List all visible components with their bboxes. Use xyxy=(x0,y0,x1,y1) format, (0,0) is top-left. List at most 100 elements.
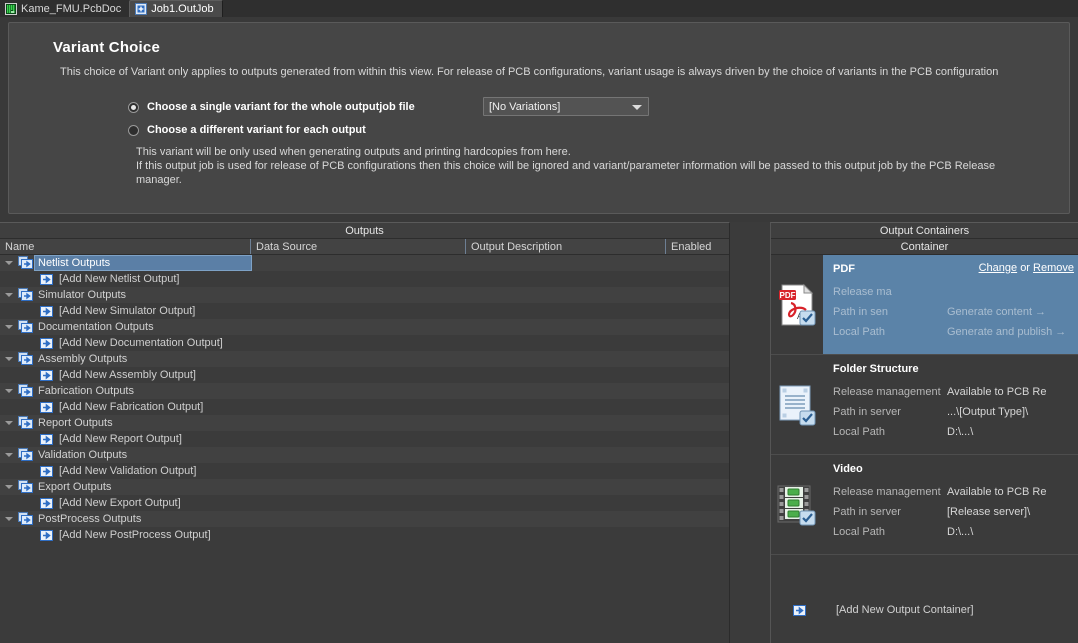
tab-kame-fmu-pcbdoc[interactable]: Kame_FMU.PcbDoc xyxy=(0,0,129,17)
add-new-output-row[interactable]: [Add New Assembly Output] xyxy=(0,367,729,383)
add-arrow-icon xyxy=(40,370,53,381)
output-group-label: PostProcess Outputs xyxy=(38,513,141,525)
outputs-column-header: NameData SourceOutput DescriptionEnabled xyxy=(0,239,729,255)
output-group-icon xyxy=(18,352,34,366)
add-new-output-row[interactable]: [Add New PostProcess Output] xyxy=(0,527,729,543)
column-header-output-description[interactable]: Output Description xyxy=(465,239,665,254)
container-property-row: Release managementAvailable to PCB Re xyxy=(833,482,1078,502)
output-group-row[interactable]: Assembly Outputs xyxy=(0,351,729,367)
container-row-key: Local Path xyxy=(833,526,947,538)
add-new-output-row[interactable]: [Add New Validation Output] xyxy=(0,463,729,479)
output-container-item[interactable]: PDFAdoPDFChange or RemoveRelease maPath … xyxy=(771,255,1078,355)
container-details: PDFChange or RemoveRelease maPath in sen… xyxy=(823,255,1078,354)
change-container-link[interactable]: Change xyxy=(979,262,1018,274)
add-new-output-label: [Add New Assembly Output] xyxy=(59,369,196,381)
expand-collapse-toggle[interactable] xyxy=(0,261,18,265)
outputs-panel-caption: Outputs xyxy=(0,223,729,239)
add-new-output-row[interactable]: [Add New Simulator Output] xyxy=(0,303,729,319)
container-row-key: Release ma xyxy=(833,286,947,298)
output-group-row[interactable]: Export Outputs xyxy=(0,479,729,495)
container-row-value: Available to PCB Re xyxy=(947,486,1046,498)
output-group-icon xyxy=(18,320,34,334)
variant-note-line-2: If this output job is used for release o… xyxy=(136,159,1071,173)
containers-list: PDFAdoPDFChange or RemoveRelease maPath … xyxy=(771,255,1078,555)
container-icon-cell xyxy=(771,355,823,454)
variant-note-line-3: manager. xyxy=(136,173,1071,187)
add-arrow-icon xyxy=(40,434,53,445)
output-group-row[interactable]: Netlist Outputs xyxy=(0,255,729,271)
container-row-key: Local Path xyxy=(833,326,947,338)
add-new-output-row[interactable]: [Add New Export Output] xyxy=(0,495,729,511)
expand-collapse-toggle[interactable] xyxy=(0,293,18,297)
container-name: Folder Structure xyxy=(833,363,1078,375)
expand-collapse-toggle[interactable] xyxy=(0,357,18,361)
output-group-row[interactable]: Simulator Outputs xyxy=(0,287,729,303)
add-new-output-row[interactable]: [Add New Documentation Output] xyxy=(0,335,729,351)
tab-job1-outjob[interactable]: Job1.OutJob xyxy=(129,0,222,17)
generate-and-publish-link[interactable]: Generate and publish → xyxy=(947,326,1066,338)
output-group-label: Documentation Outputs xyxy=(38,321,154,333)
container-property-row: Local PathD:\...\ xyxy=(833,422,1078,442)
add-new-output-row[interactable]: [Add New Report Output] xyxy=(0,431,729,447)
radio-variant-per-output[interactable]: Choose a different variant for each outp… xyxy=(128,124,366,136)
output-container-item[interactable]: Folder Structure Release managementAvaila… xyxy=(771,355,1078,455)
container-property-row: Local PathGenerate and publish → xyxy=(833,322,1078,342)
container-icon-cell: PDFAdo xyxy=(771,255,823,354)
output-group-icon xyxy=(18,512,34,526)
container-row-value: D:\...\ xyxy=(947,426,973,438)
output-group-icon xyxy=(18,448,34,462)
container-row-value: Available to PCB Re xyxy=(947,386,1046,398)
column-header-name[interactable]: Name xyxy=(0,239,250,254)
output-group-label: Netlist Outputs xyxy=(38,257,110,269)
pcb-document-icon xyxy=(5,3,17,15)
output-group-row[interactable]: Documentation Outputs xyxy=(0,319,729,335)
expand-collapse-toggle[interactable] xyxy=(0,485,18,489)
folder-structure-icon xyxy=(776,383,818,427)
expand-collapse-toggle[interactable] xyxy=(0,517,18,521)
container-row-value: D:\...\ xyxy=(947,526,973,538)
column-header-enabled[interactable]: Enabled xyxy=(665,239,730,254)
variant-choice-note: This variant will be only used when gene… xyxy=(136,145,1071,187)
container-row-key: Path in server xyxy=(833,506,947,518)
container-actions: Change or Remove xyxy=(979,262,1074,274)
add-new-output-label: [Add New PostProcess Output] xyxy=(59,529,211,541)
container-row-key: Path in sen xyxy=(833,306,947,318)
radio-single-variant[interactable]: Choose a single variant for the whole ou… xyxy=(128,101,415,113)
add-arrow-icon xyxy=(40,338,53,349)
container-row-key: Path in server xyxy=(833,406,947,418)
add-new-output-label: [Add New Export Output] xyxy=(59,497,181,509)
variant-select-dropdown[interactable]: [No Variations] xyxy=(483,97,649,116)
add-new-output-label: [Add New Report Output] xyxy=(59,433,182,445)
container-row-value: [Release server]\ xyxy=(947,506,1030,518)
container-row-key: Release management xyxy=(833,386,947,398)
expand-collapse-toggle[interactable] xyxy=(0,325,18,329)
radio-button-selected-icon[interactable] xyxy=(128,102,139,113)
expand-collapse-toggle[interactable] xyxy=(0,389,18,393)
expand-collapse-toggle[interactable] xyxy=(0,421,18,425)
container-property-row: Path in server[Release server]\ xyxy=(833,502,1078,522)
output-group-row[interactable]: Report Outputs xyxy=(0,415,729,431)
add-new-output-row[interactable]: [Add New Fabrication Output] xyxy=(0,399,729,415)
add-new-output-label: [Add New Validation Output] xyxy=(59,465,196,477)
outputs-panel: Outputs NameData SourceOutput Descriptio… xyxy=(0,222,730,643)
output-group-row[interactable]: Fabrication Outputs xyxy=(0,383,729,399)
chevron-down-icon[interactable] xyxy=(632,105,642,110)
outjob-document-icon xyxy=(135,3,147,15)
tab-label: Job1.OutJob xyxy=(151,3,213,15)
add-new-output-container-label: [Add New Output Container] xyxy=(836,604,974,616)
generate-content-link[interactable]: Generate content → xyxy=(947,306,1046,318)
output-group-row[interactable]: PostProcess Outputs xyxy=(0,511,729,527)
container-name: Video xyxy=(833,463,1078,475)
add-new-output-row[interactable]: [Add New Netlist Output] xyxy=(0,271,729,287)
expand-collapse-toggle[interactable] xyxy=(0,453,18,457)
add-arrow-icon xyxy=(793,605,806,616)
radio-button-unselected-icon[interactable] xyxy=(128,125,139,136)
output-group-row[interactable]: Validation Outputs xyxy=(0,447,729,463)
remove-container-link[interactable]: Remove xyxy=(1033,262,1074,274)
column-header-data-source[interactable]: Data Source xyxy=(250,239,465,254)
output-container-item[interactable]: Video Release managementAvailable to PCB … xyxy=(771,455,1078,555)
container-row-key: Release management xyxy=(833,486,947,498)
add-arrow-icon xyxy=(40,498,53,509)
add-new-output-container-button[interactable]: [Add New Output Container] xyxy=(771,599,1078,621)
video-film-icon xyxy=(776,483,818,527)
